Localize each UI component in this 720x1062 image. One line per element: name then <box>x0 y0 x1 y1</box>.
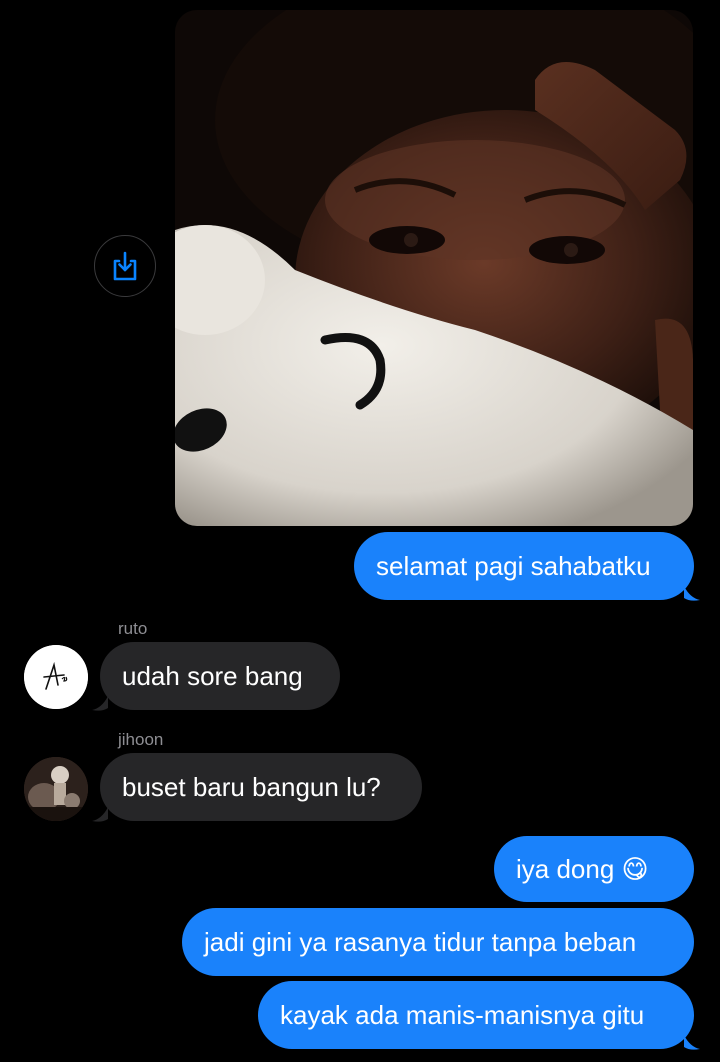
save-to-device-icon <box>113 251 137 281</box>
message-text: iya dong 😋 <box>516 854 649 884</box>
incoming-message-bubble[interactable]: udah sore bang <box>100 642 340 710</box>
message-text: kayak ada manis-manisnya gitu <box>280 1000 645 1030</box>
sender-name: ruto <box>118 619 148 638</box>
message-text: buset baru bangun lu? <box>122 772 381 802</box>
message-text: jadi gini ya rasanya tidur tanpa beban <box>204 927 637 957</box>
incoming-message-bubble[interactable]: buset baru bangun lu? <box>100 753 422 821</box>
jihoon-avatar-image <box>24 757 88 821</box>
signature-avatar-image <box>24 645 88 709</box>
bubble-tail <box>92 696 108 711</box>
sender-name: jihoon <box>118 730 164 749</box>
selfie-photo <box>175 10 693 526</box>
outgoing-message-bubble[interactable]: selamat pagi sahabatku <box>354 532 694 600</box>
bubble-tail <box>684 1035 700 1050</box>
bubble-tail <box>684 586 700 601</box>
bubble-tail <box>92 807 108 822</box>
outgoing-message-bubble[interactable]: jadi gini ya rasanya tidur tanpa beban <box>182 908 694 976</box>
message-text: selamat pagi sahabatku <box>376 551 651 581</box>
avatar[interactable] <box>24 645 88 709</box>
save-photo-button[interactable] <box>94 235 156 297</box>
avatar[interactable] <box>24 757 88 821</box>
outgoing-message-bubble[interactable]: iya dong 😋 <box>494 836 694 902</box>
outgoing-message-bubble[interactable]: kayak ada manis-manisnya gitu <box>258 981 694 1049</box>
photo-message[interactable] <box>175 10 693 526</box>
message-text: udah sore bang <box>122 661 303 691</box>
